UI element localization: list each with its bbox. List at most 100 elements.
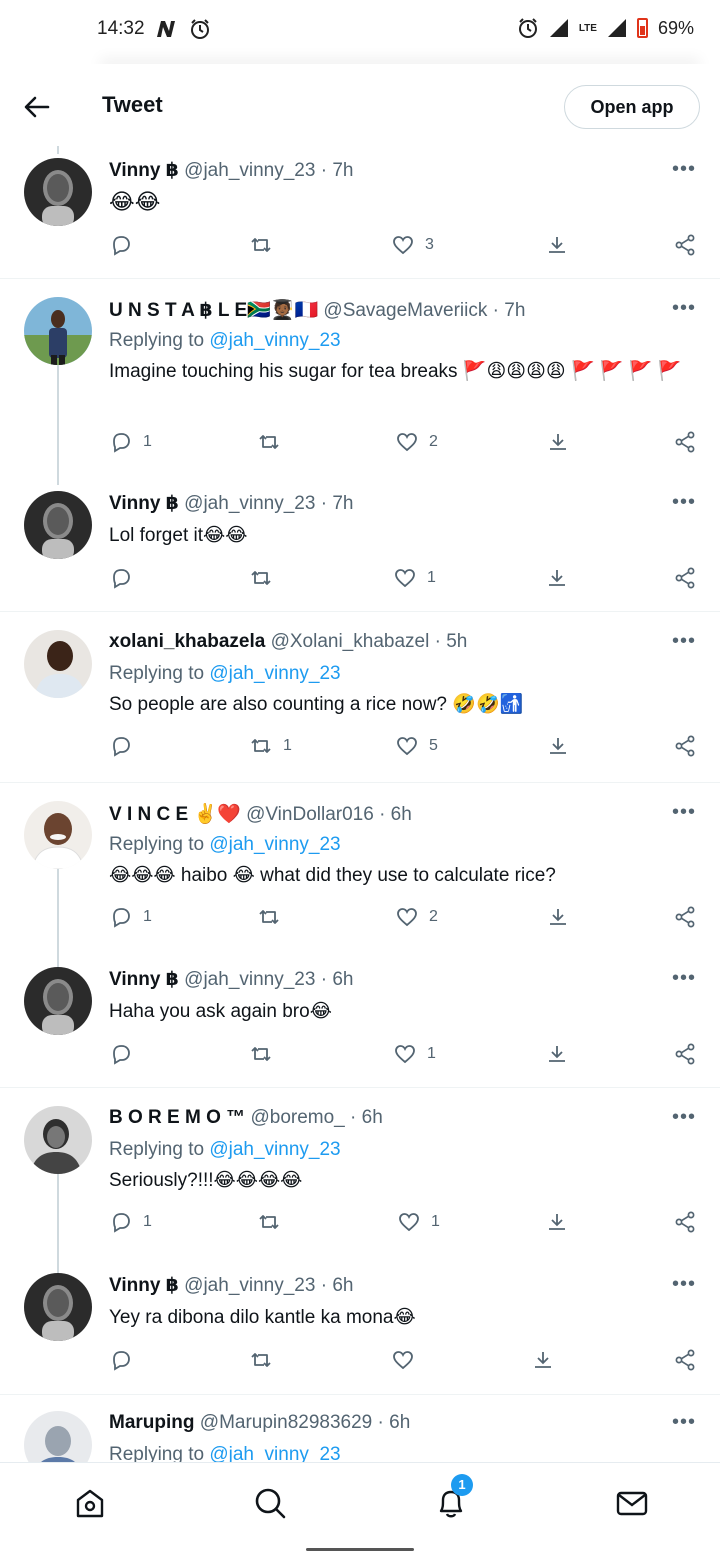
- user-handle[interactable]: @Xolani_khabazel: [271, 631, 430, 652]
- retweet-icon: [259, 435, 279, 449]
- display-name[interactable]: B O R E M O ™: [109, 1107, 245, 1128]
- heart-icon: [397, 737, 417, 756]
- reply-mention-link[interactable]: @jah_vinny_23: [209, 834, 340, 855]
- avatar[interactable]: [24, 1411, 92, 1462]
- share-icon: [675, 906, 695, 928]
- user-handle[interactable]: @jah_vinny_23: [184, 160, 315, 181]
- reply-mention-link[interactable]: @jah_vinny_23: [209, 663, 340, 684]
- display-name[interactable]: Maruping: [109, 1412, 195, 1433]
- like-button[interactable]: [391, 1348, 425, 1372]
- open-app-button[interactable]: Open app: [564, 85, 700, 129]
- more-options-button[interactable]: •••: [672, 1106, 696, 1129]
- like-count: 5: [429, 737, 438, 754]
- avatar[interactable]: [24, 1106, 92, 1174]
- more-options-button[interactable]: •••: [672, 1273, 696, 1296]
- retweet-button[interactable]: [249, 1042, 283, 1066]
- avatar[interactable]: [24, 297, 92, 365]
- reply-button[interactable]: [109, 1348, 143, 1372]
- messages-icon[interactable]: [612, 1483, 652, 1523]
- like-button[interactable]: 1: [393, 566, 436, 590]
- share-button[interactable]: [546, 905, 570, 929]
- share-menu-button[interactable]: [673, 430, 697, 454]
- reply-mention-link[interactable]: @jah_vinny_23: [209, 1444, 340, 1462]
- like-button[interactable]: 2: [395, 905, 438, 929]
- share-menu-button[interactable]: [673, 1042, 697, 1066]
- download-icon: [549, 570, 565, 586]
- user-handle[interactable]: @jah_vinny_23: [184, 1275, 315, 1296]
- user-handle[interactable]: @VinDollar016: [246, 804, 374, 825]
- user-handle[interactable]: @Marupin82983629: [200, 1412, 372, 1433]
- user-handle[interactable]: @jah_vinny_23: [184, 969, 315, 990]
- avatar[interactable]: [24, 801, 92, 869]
- share-button[interactable]: [545, 566, 569, 590]
- like-button[interactable]: 2: [395, 430, 438, 454]
- download-icon: [550, 738, 566, 754]
- gesture-bar: [306, 1548, 414, 1551]
- reply-button[interactable]: [109, 1042, 143, 1066]
- more-options-button[interactable]: •••: [672, 967, 696, 990]
- more-options-button[interactable]: •••: [672, 491, 696, 514]
- replying-to: Replying to @jah_vinny_23: [109, 663, 341, 684]
- display-name[interactable]: xolani_khabazela: [109, 631, 265, 652]
- avatar[interactable]: [24, 158, 92, 226]
- share-menu-button[interactable]: [673, 233, 697, 257]
- more-options-button[interactable]: •••: [672, 630, 696, 653]
- display-name[interactable]: V I N C E ✌️❤️: [109, 804, 241, 825]
- back-arrow-icon[interactable]: [22, 92, 52, 122]
- reply-button[interactable]: [109, 233, 143, 257]
- avatar[interactable]: [24, 967, 92, 1035]
- share-button[interactable]: [545, 1042, 569, 1066]
- share-button[interactable]: [545, 233, 569, 257]
- display-name[interactable]: Vinny ฿: [109, 160, 179, 181]
- reply-button[interactable]: 1: [109, 905, 152, 929]
- reply-mention-link[interactable]: @jah_vinny_23: [209, 330, 340, 351]
- like-button[interactable]: 3: [391, 233, 434, 257]
- like-button[interactable]: 1: [393, 1042, 436, 1066]
- download-icon: [550, 434, 566, 450]
- display-name[interactable]: Vinny ฿: [109, 969, 179, 990]
- share-button[interactable]: [546, 430, 570, 454]
- retweet-button[interactable]: [249, 1348, 283, 1372]
- tweet-actions: 1: [109, 566, 699, 596]
- retweet-button[interactable]: 1: [249, 734, 292, 758]
- avatar[interactable]: [24, 1273, 92, 1341]
- more-options-button[interactable]: •••: [672, 297, 696, 320]
- share-button[interactable]: [545, 1210, 569, 1234]
- share-menu-button[interactable]: [673, 1210, 697, 1234]
- like-button[interactable]: 1: [397, 1210, 440, 1234]
- more-options-button[interactable]: •••: [672, 158, 696, 181]
- avatar[interactable]: [24, 491, 92, 559]
- share-menu-button[interactable]: [673, 1348, 697, 1372]
- avatar[interactable]: [24, 630, 92, 698]
- search-icon[interactable]: [250, 1483, 290, 1523]
- share-menu-button[interactable]: [673, 734, 697, 758]
- reply-mention-link[interactable]: @jah_vinny_23: [209, 1139, 340, 1160]
- display-name[interactable]: Vinny ฿: [109, 1275, 179, 1296]
- display-name[interactable]: U N S T A ฿ L E🇿🇦🧑🏾‍🎓🇫🇷: [109, 300, 318, 321]
- user-handle[interactable]: @SavageMaveriick: [323, 300, 487, 321]
- share-menu-button[interactable]: [673, 566, 697, 590]
- retweet-button[interactable]: [257, 430, 291, 454]
- share-icon: [675, 234, 695, 256]
- retweet-button[interactable]: [257, 905, 291, 929]
- retweet-button[interactable]: [257, 1210, 291, 1234]
- share-button[interactable]: [546, 734, 570, 758]
- reply-icon: [113, 908, 130, 928]
- reply-button[interactable]: 1: [109, 1210, 152, 1234]
- share-menu-button[interactable]: [673, 905, 697, 929]
- user-handle[interactable]: @jah_vinny_23: [184, 493, 315, 514]
- reply-button[interactable]: 1: [109, 430, 152, 454]
- like-button[interactable]: 5: [395, 734, 438, 758]
- reply-button[interactable]: [109, 566, 143, 590]
- display-name[interactable]: Vinny ฿: [109, 493, 179, 514]
- more-options-button[interactable]: •••: [672, 801, 696, 824]
- retweet-button[interactable]: [249, 233, 283, 257]
- user-handle[interactable]: @boremo_: [250, 1107, 344, 1128]
- home-icon[interactable]: [70, 1483, 110, 1523]
- reply-button[interactable]: [109, 734, 143, 758]
- retweet-button[interactable]: [249, 566, 283, 590]
- tweet-text: Yey ra dibona dilo kantle ka mona😂: [109, 1307, 416, 1328]
- more-options-button[interactable]: •••: [672, 1411, 696, 1434]
- share-button[interactable]: [531, 1348, 555, 1372]
- reply-count: 1: [143, 1213, 152, 1230]
